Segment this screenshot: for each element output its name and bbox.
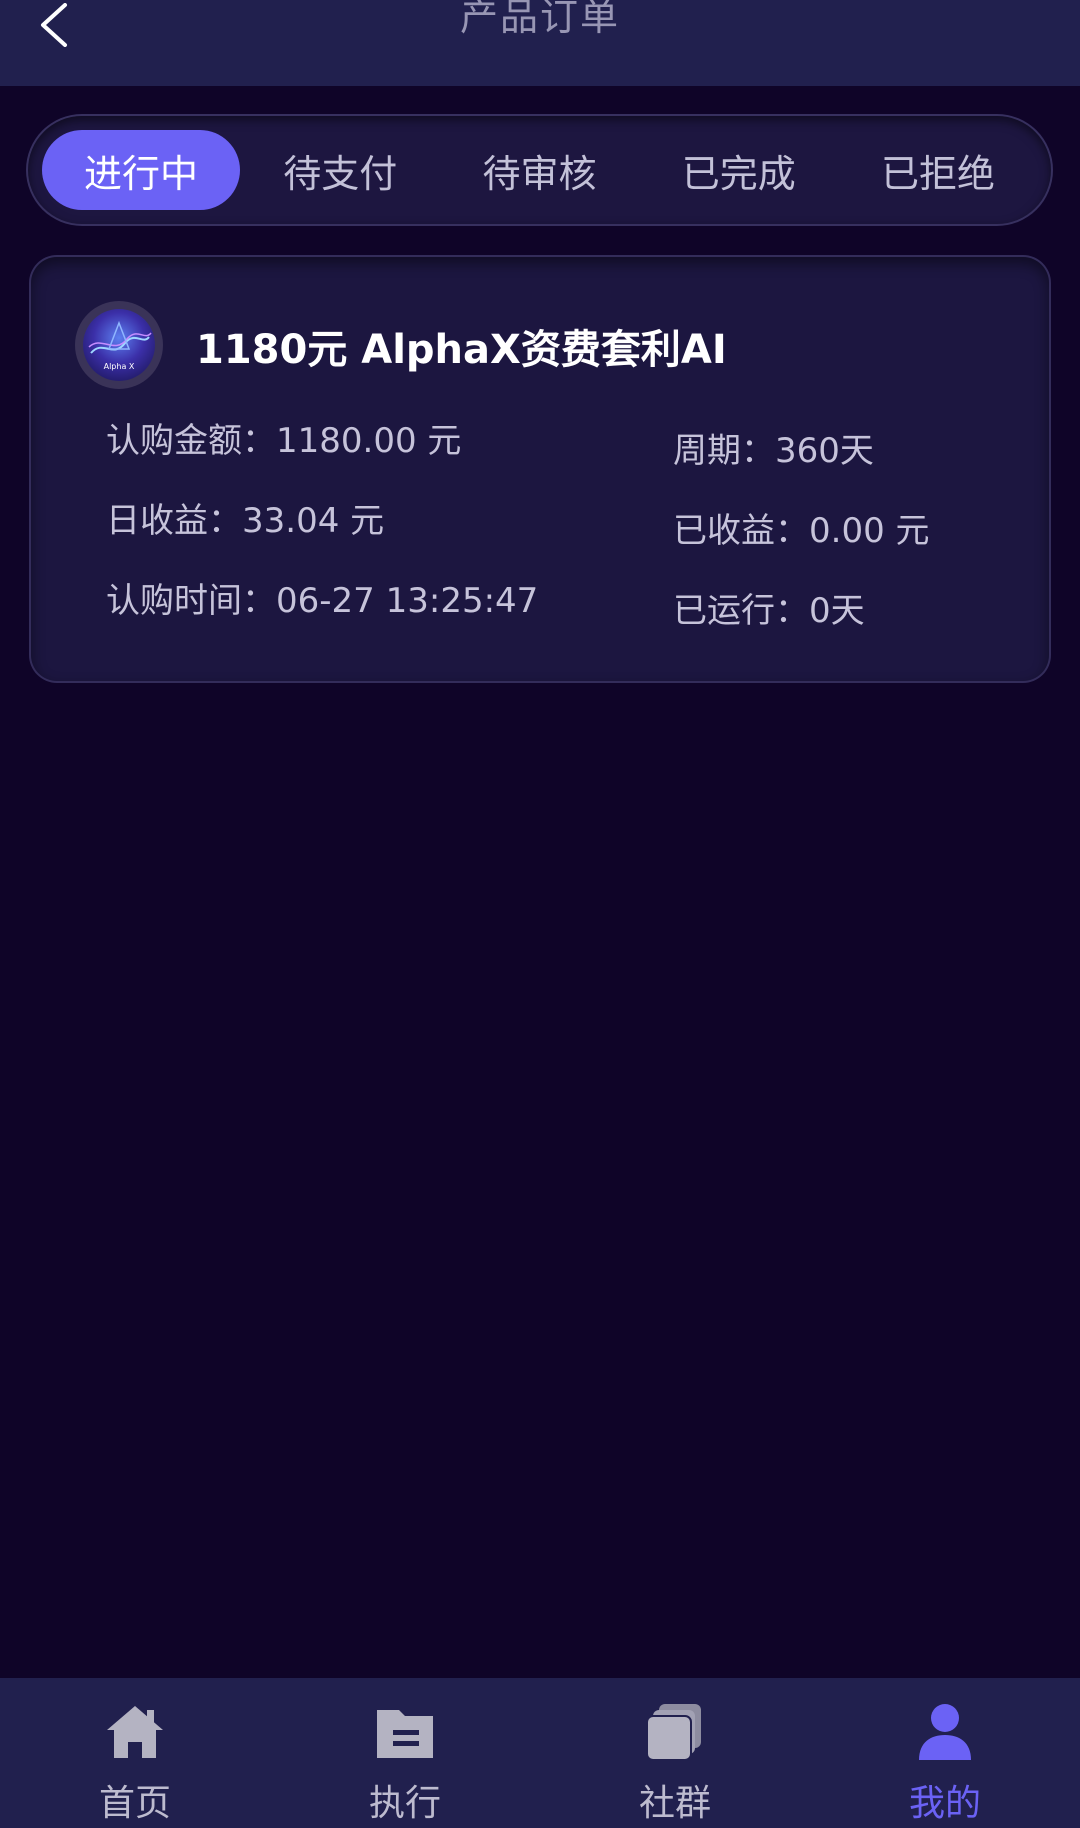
order-status-tabs: 进行中 待支付 待审核 已完成 已拒绝: [28, 116, 1051, 224]
nav-community-label: 社群: [638, 1783, 711, 1824]
nav-home[interactable]: 首页: [0, 1678, 270, 1828]
nav-community[interactable]: 社群: [540, 1678, 810, 1828]
purchase-amount: 认购金额：1180.00 元: [106, 421, 462, 461]
user-icon: [913, 1702, 977, 1762]
product-title: 1180元 AlphaX资费套利AI: [196, 327, 727, 373]
running-days: 已运行：0天: [673, 591, 865, 631]
nav-mine[interactable]: 我的: [810, 1678, 1080, 1828]
nav-home-label: 首页: [98, 1783, 171, 1824]
cards-icon: [643, 1702, 707, 1762]
tab-rejected[interactable]: 已拒绝: [839, 130, 1037, 210]
product-logo: Alpha X: [75, 301, 163, 389]
purchase-time: 认购时间：06-27 13:25:47: [106, 581, 539, 621]
nav-execute[interactable]: 执行: [270, 1678, 540, 1828]
nav-mine-label: 我的: [908, 1783, 981, 1824]
page-title: 产品订单: [459, 0, 620, 39]
folder-icon: [373, 1702, 437, 1762]
alphax-logo-icon: Alpha X: [83, 309, 155, 381]
cycle-period: 周期：360天: [673, 431, 874, 471]
header-bar: 产品订单: [0, 0, 1080, 86]
tab-completed[interactable]: 已完成: [640, 130, 838, 210]
bottom-navigation: 首页 执行 社群 我的: [0, 1678, 1080, 1828]
earned-income: 已收益：0.00 元: [673, 511, 930, 551]
tab-in-progress[interactable]: 进行中: [42, 130, 240, 210]
home-icon: [103, 1702, 167, 1762]
nav-execute-label: 执行: [368, 1783, 441, 1824]
tab-pending-review[interactable]: 待审核: [441, 130, 639, 210]
daily-income: 日收益：33.04 元: [106, 501, 385, 541]
tab-pending-payment[interactable]: 待支付: [241, 130, 439, 210]
order-card[interactable]: Alpha X 1180元 AlphaX资费套利AI 认购金额：1180.00 …: [31, 257, 1049, 681]
